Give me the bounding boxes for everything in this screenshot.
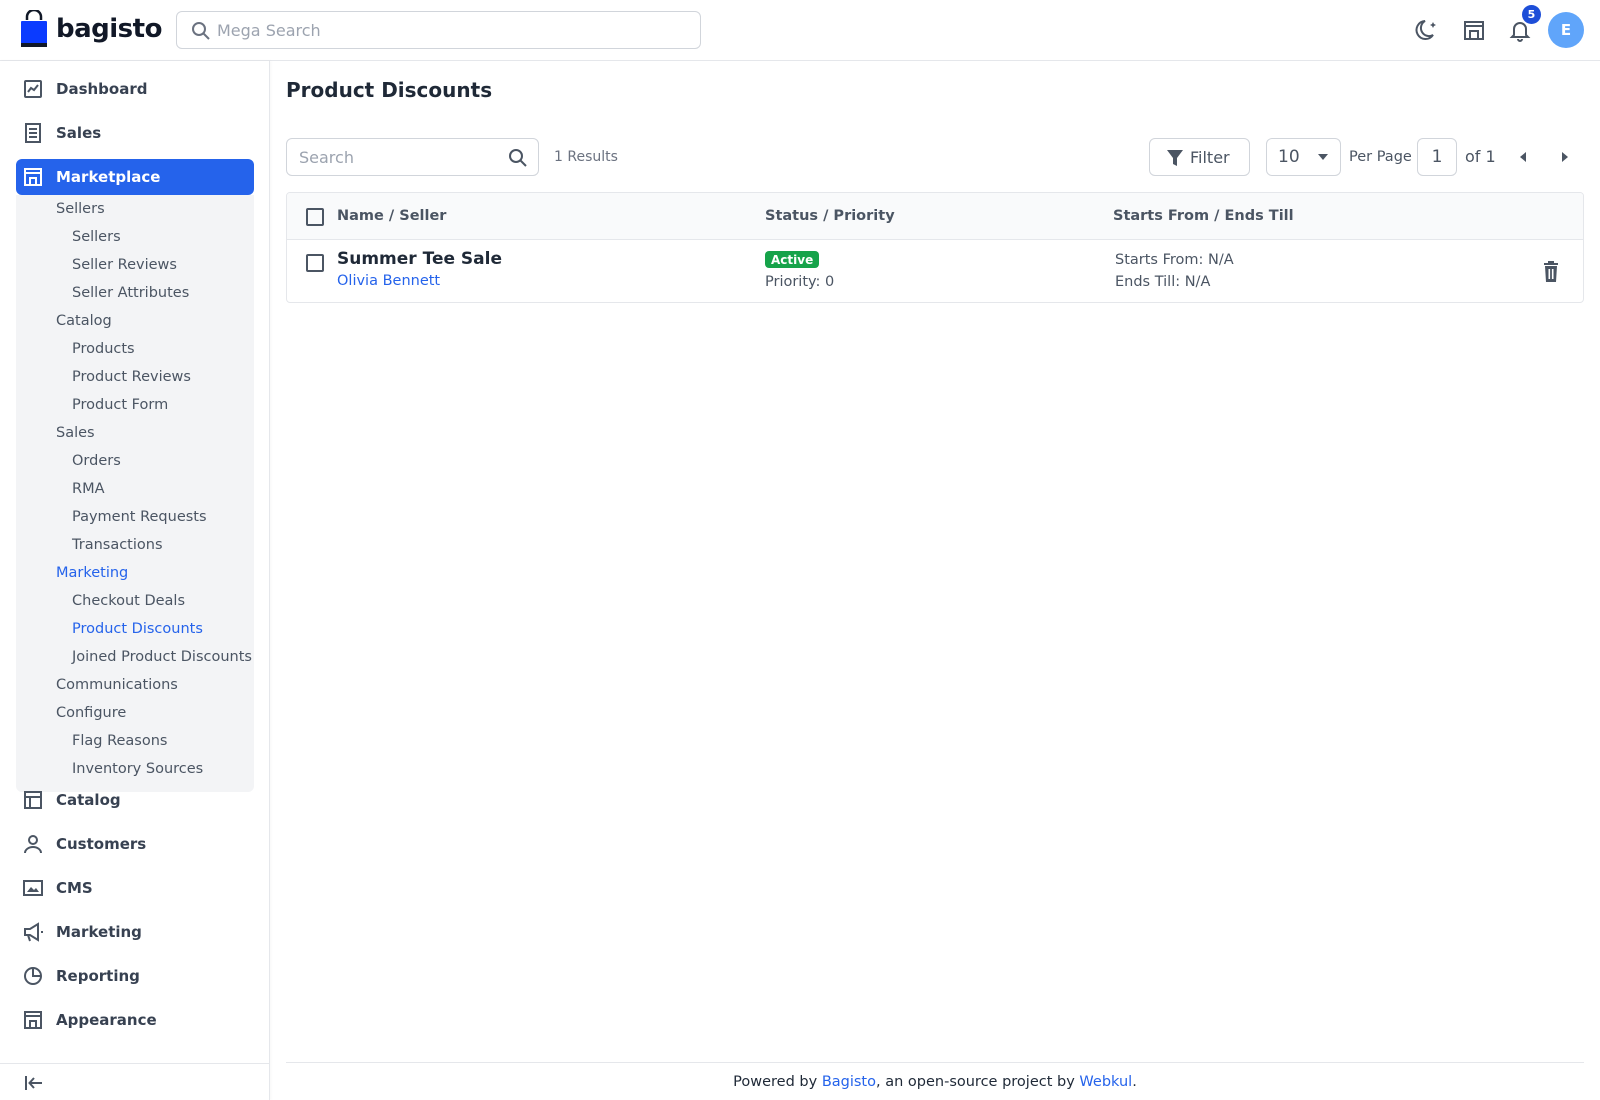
sidebar-item-sales[interactable]: Sales (16, 115, 254, 151)
sidebar-item-label: Appearance (56, 1011, 157, 1029)
sidebar-item-label: Sales (56, 124, 102, 142)
receipt-icon (25, 123, 41, 143)
submenu-item-joined-product-discounts[interactable]: Joined Product Discounts (72, 649, 252, 665)
search-icon[interactable] (508, 148, 528, 168)
submenu-item-product-reviews[interactable]: Product Reviews (72, 369, 191, 385)
submenu-item-product-form[interactable]: Product Form (72, 397, 168, 413)
cms-icon (23, 880, 43, 896)
select-all-checkbox[interactable] (306, 208, 324, 226)
sidebar: Dashboard Sales Marketplace Sellers Sellers S… (0, 61, 270, 1100)
footer-middle: , an open-source project by (876, 1074, 1080, 1090)
table-row: Summer Tee Sale Olivia Bennett Active Pr… (287, 240, 1583, 302)
filter-button[interactable]: Filter (1149, 138, 1250, 176)
table-header: Name / Seller Status / Priority Starts F… (287, 193, 1583, 240)
discounts-table: Name / Seller Status / Priority Starts F… (286, 192, 1584, 303)
submenu-item-payment-requests[interactable]: Payment Requests (72, 509, 207, 525)
priority-value: Priority: 0 (765, 274, 835, 290)
submenu-item-products[interactable]: Products (72, 341, 135, 357)
status-badge: Active (765, 251, 820, 268)
page-number-input[interactable]: 1 (1417, 138, 1457, 176)
starts-from-value: Starts From: N/A (1115, 252, 1234, 268)
submenu-item-configure[interactable]: Configure (56, 705, 126, 721)
sidebar-item-marketing[interactable]: Marketing (16, 914, 254, 950)
submenu-item-seller-reviews[interactable]: Seller Reviews (72, 257, 177, 273)
sidebar-item-cms[interactable]: CMS (16, 870, 254, 906)
collapse-icon[interactable] (24, 1074, 44, 1092)
sidebar-item-appearance[interactable]: Appearance (16, 1002, 254, 1038)
footer-suffix: . (1132, 1074, 1137, 1090)
store-icon[interactable] (1460, 16, 1488, 44)
sidebar-item-catalog[interactable]: Catalog (16, 782, 254, 818)
datagrid-search-input[interactable] (299, 147, 499, 167)
bagisto-link[interactable]: Bagisto (822, 1074, 876, 1090)
catalog-icon (24, 791, 42, 809)
page-title: Product Discounts (286, 78, 493, 102)
column-header-name-seller[interactable]: Name / Seller (337, 208, 446, 224)
column-header-dates[interactable]: Starts From / Ends Till (1113, 208, 1294, 224)
sidebar-item-label: Catalog (56, 791, 121, 809)
discount-name: Summer Tee Sale (337, 249, 502, 269)
filter-icon (1167, 150, 1183, 166)
page-footer: Powered by Bagisto, an open-source proje… (286, 1062, 1584, 1100)
row-checkbox[interactable] (306, 254, 324, 272)
results-count: 1 Results (554, 149, 618, 165)
ends-till-value: Ends Till: N/A (1115, 274, 1211, 290)
dashboard-icon (24, 80, 42, 98)
submenu-item-flag-reasons[interactable]: Flag Reasons (72, 733, 167, 749)
submenu-item-checkout-deals[interactable]: Checkout Deals (72, 593, 185, 609)
submenu-item-rma[interactable]: RMA (72, 481, 105, 497)
user-avatar[interactable]: E (1548, 12, 1584, 48)
user-icon (24, 835, 42, 854)
submenu-item-product-discounts[interactable]: Product Discounts (72, 621, 203, 637)
page-of-label: of 1 (1465, 147, 1496, 166)
collapse-sidebar-bar[interactable] (0, 1063, 270, 1100)
moon-icon[interactable] (1414, 16, 1442, 44)
caret-down-icon (1318, 154, 1328, 160)
submenu-item-inventory-sources[interactable]: Inventory Sources (72, 761, 203, 777)
pie-chart-icon (24, 967, 42, 985)
sidebar-item-reporting[interactable]: Reporting (16, 958, 254, 994)
sidebar-item-label: Customers (56, 835, 147, 853)
sidebar-item-label: Marketing (56, 923, 142, 941)
per-page-select[interactable]: 10 (1266, 138, 1341, 176)
sidebar-item-label: Reporting (56, 967, 140, 985)
webkul-link[interactable]: Webkul (1079, 1074, 1132, 1090)
previous-page-icon[interactable] (1513, 147, 1533, 167)
sidebar-item-label: Marketplace (56, 168, 161, 186)
seller-link[interactable]: Olivia Bennett (337, 273, 440, 289)
submenu-item-sellers[interactable]: Sellers (56, 201, 105, 217)
per-page-value: 10 (1278, 147, 1300, 167)
submenu-item-transactions[interactable]: Transactions (72, 537, 163, 553)
submenu-item-sellers[interactable]: Sellers (72, 229, 121, 245)
submenu-item-communications[interactable]: Communications (56, 677, 178, 693)
store-icon (24, 1011, 42, 1029)
per-page-label: Per Page (1349, 149, 1412, 165)
mega-search-input[interactable] (217, 20, 700, 40)
submenu-item-seller-attributes[interactable]: Seller Attributes (72, 285, 189, 301)
sidebar-item-customers[interactable]: Customers (16, 826, 254, 862)
notification-badge: 5 (1522, 5, 1541, 24)
sidebar-item-label: Dashboard (56, 80, 148, 98)
sidebar-item-label: CMS (56, 879, 93, 897)
submenu-item-orders[interactable]: Orders (72, 453, 121, 469)
next-page-icon[interactable] (1555, 147, 1575, 167)
sidebar-item-dashboard[interactable]: Dashboard (16, 71, 254, 107)
filter-label: Filter (1190, 147, 1230, 167)
sidebar-item-marketplace[interactable]: Marketplace (16, 159, 254, 195)
datagrid-search-box[interactable] (286, 138, 539, 176)
submenu-item-catalog[interactable]: Catalog (56, 313, 112, 329)
megaphone-icon (24, 922, 43, 942)
store-icon (24, 168, 42, 186)
submenu-item-marketing[interactable]: Marketing (56, 565, 128, 581)
submenu-item-sales[interactable]: Sales (56, 425, 95, 441)
footer-prefix: Powered by (733, 1074, 822, 1090)
column-header-status-priority[interactable]: Status / Priority (765, 208, 895, 224)
delete-icon[interactable] (1539, 260, 1563, 284)
